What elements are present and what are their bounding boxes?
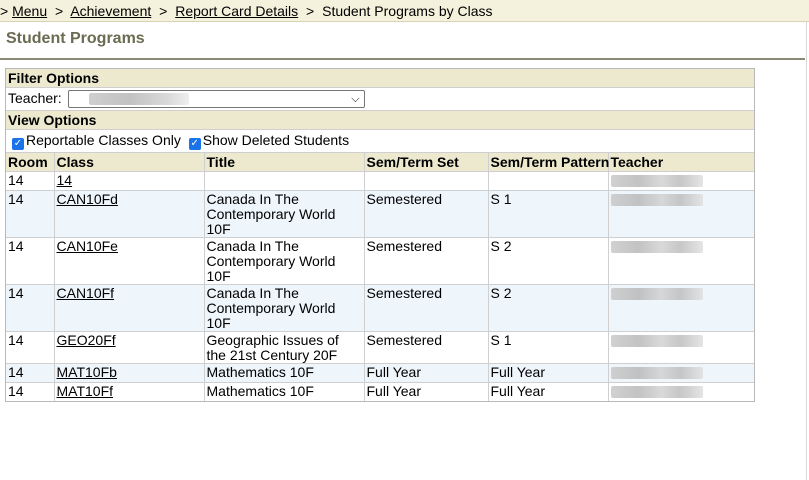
show-deleted-students-label: Show Deleted Students [202,132,350,148]
class-cell: MAT10Ff [54,382,205,401]
column-header-sem-term-pattern[interactable]: Sem/Term Pattern [488,153,609,172]
teacher-cell [608,190,754,238]
class-link[interactable]: 14 [57,172,73,188]
title-cell [204,171,365,191]
table-row: 14 MAT10Ff Mathematics 10F Full Year Ful… [6,382,754,402]
teacher-cell [608,383,754,402]
room-cell: 14 [6,363,55,383]
breadcrumb-link-report-card-details[interactable]: Report Card Details [175,3,298,19]
class-cell: MAT10Fb [54,363,205,383]
table-row: 14 CAN10Fd Canada In The Contemporary Wo… [6,190,754,238]
sem-term-set-cell: Semestered [364,190,489,238]
sem-term-set-cell: Semestered [364,237,489,285]
title-divider [0,58,805,60]
title-cell: Mathematics 10F [204,363,365,383]
right-edge-divider [806,22,807,480]
title-cell: Mathematics 10F [204,382,365,401]
redacted-teacher-name [610,367,703,379]
teacher-cell [608,331,754,364]
room-cell: 14 [6,284,55,332]
teacher-label: Teacher: [8,90,62,106]
class-link[interactable]: MAT10Fb [57,364,117,380]
breadcrumb-separator: > [306,3,315,19]
class-link[interactable]: CAN10Ff [57,285,115,301]
breadcrumb-separator: > [55,3,64,19]
breadcrumb-separator: > [159,3,168,19]
title-cell: Canada In The Contemporary World 10F [204,190,365,238]
sem-term-set-cell [364,171,489,191]
teacher-cell [608,363,754,383]
class-cell: 14 [54,171,205,191]
programs-table: Room Class Title Sem/Term Set Sem/Term P… [6,153,754,401]
breadcrumb-link-achievement[interactable]: Achievement [70,3,151,19]
breadcrumb-link-menu[interactable]: Menu [12,3,47,19]
filter-options-heading: Filter Options [6,69,754,88]
room-cell: 14 [6,331,55,364]
sem-term-pattern-cell: S 2 [488,284,609,332]
column-header-sem-term-set[interactable]: Sem/Term Set [364,153,489,172]
reportable-classes-checkbox[interactable]: ✓ [12,138,24,150]
redacted-teacher-name [610,175,703,187]
redacted-teacher-name [610,386,703,398]
teacher-select-value [88,93,189,106]
table-row: 14 14 [6,171,754,191]
breadcrumb-lead: > [0,3,9,19]
view-options-row: ✓ Reportable Classes Only ✓ Show Deleted S… [6,130,754,153]
column-header-teacher[interactable]: Teacher [608,153,754,172]
redacted-teacher-name [610,288,703,300]
class-cell: CAN10Fe [54,237,205,285]
class-link[interactable]: CAN10Fd [57,191,118,207]
sem-term-set-cell: Semestered [364,284,489,332]
class-link[interactable]: CAN10Fe [57,238,118,254]
sem-term-set-cell: Semestered [364,331,489,364]
title-cell: Canada In The Contemporary World 10F [204,284,365,332]
reportable-classes-label: Reportable Classes Only [26,132,181,148]
class-cell: CAN10Ff [54,284,205,332]
redacted-teacher-name [610,241,703,253]
table-row: 14 CAN10Ff Canada In The Contemporary Wo… [6,284,754,332]
table-row: 14 CAN10Fe Canada In The Contemporary Wo… [6,237,754,285]
class-link[interactable]: GEO20Ff [57,332,116,348]
teacher-select[interactable]: ⌵ [67,90,365,109]
room-cell: 14 [6,237,55,285]
table-header-row: Room Class Title Sem/Term Set Sem/Term P… [6,153,754,172]
breadcrumb-current: Student Programs by Class [322,3,493,19]
column-header-room[interactable]: Room [6,153,55,172]
show-deleted-students-checkbox[interactable]: ✓ [188,138,201,150]
class-link[interactable]: MAT10Ff [57,383,114,399]
sem-term-pattern-cell: Full Year [488,382,609,401]
title-cell: Canada In The Contemporary World 10F [204,237,365,285]
view-options-heading: View Options [6,111,754,130]
sem-term-set-cell: Full Year [364,382,489,401]
teacher-filter-row: Teacher: ⌵ [6,88,754,111]
student-programs-panel: Filter Options Teacher: ⌵ View Options ✓… [5,68,755,402]
title-cell: Geographic Issues of the 21st Century 20… [204,331,365,364]
class-cell: CAN10Fd [54,190,205,238]
table-row: 14 MAT10Fb Mathematics 10F Full Year Ful… [6,363,754,383]
sem-term-pattern-cell: Full Year [488,363,609,383]
table-row: 14 GEO20Ff Geographic Issues of the 21st… [6,331,754,364]
room-cell: 14 [6,190,55,238]
room-cell: 14 [6,171,55,191]
teacher-cell [608,171,754,191]
page-title: Student Programs [6,30,145,47]
sem-term-set-cell: Full Year [364,363,489,383]
column-header-class[interactable]: Class [54,153,205,172]
teacher-cell [608,237,754,285]
sem-term-pattern-cell: S 1 [488,331,609,364]
redacted-teacher-name [610,335,703,347]
sem-term-pattern-cell [488,171,609,191]
class-cell: GEO20Ff [54,331,205,364]
chevron-down-icon: ⌵ [351,93,360,106]
column-header-title[interactable]: Title [204,153,365,172]
breadcrumb: > Menu > Achievement > Report Card Detai… [0,0,809,22]
sem-term-pattern-cell: S 1 [488,190,609,238]
sem-term-pattern-cell: S 2 [488,237,609,285]
teacher-cell [608,284,754,332]
room-cell: 14 [6,382,55,401]
redacted-teacher-name [610,194,703,206]
